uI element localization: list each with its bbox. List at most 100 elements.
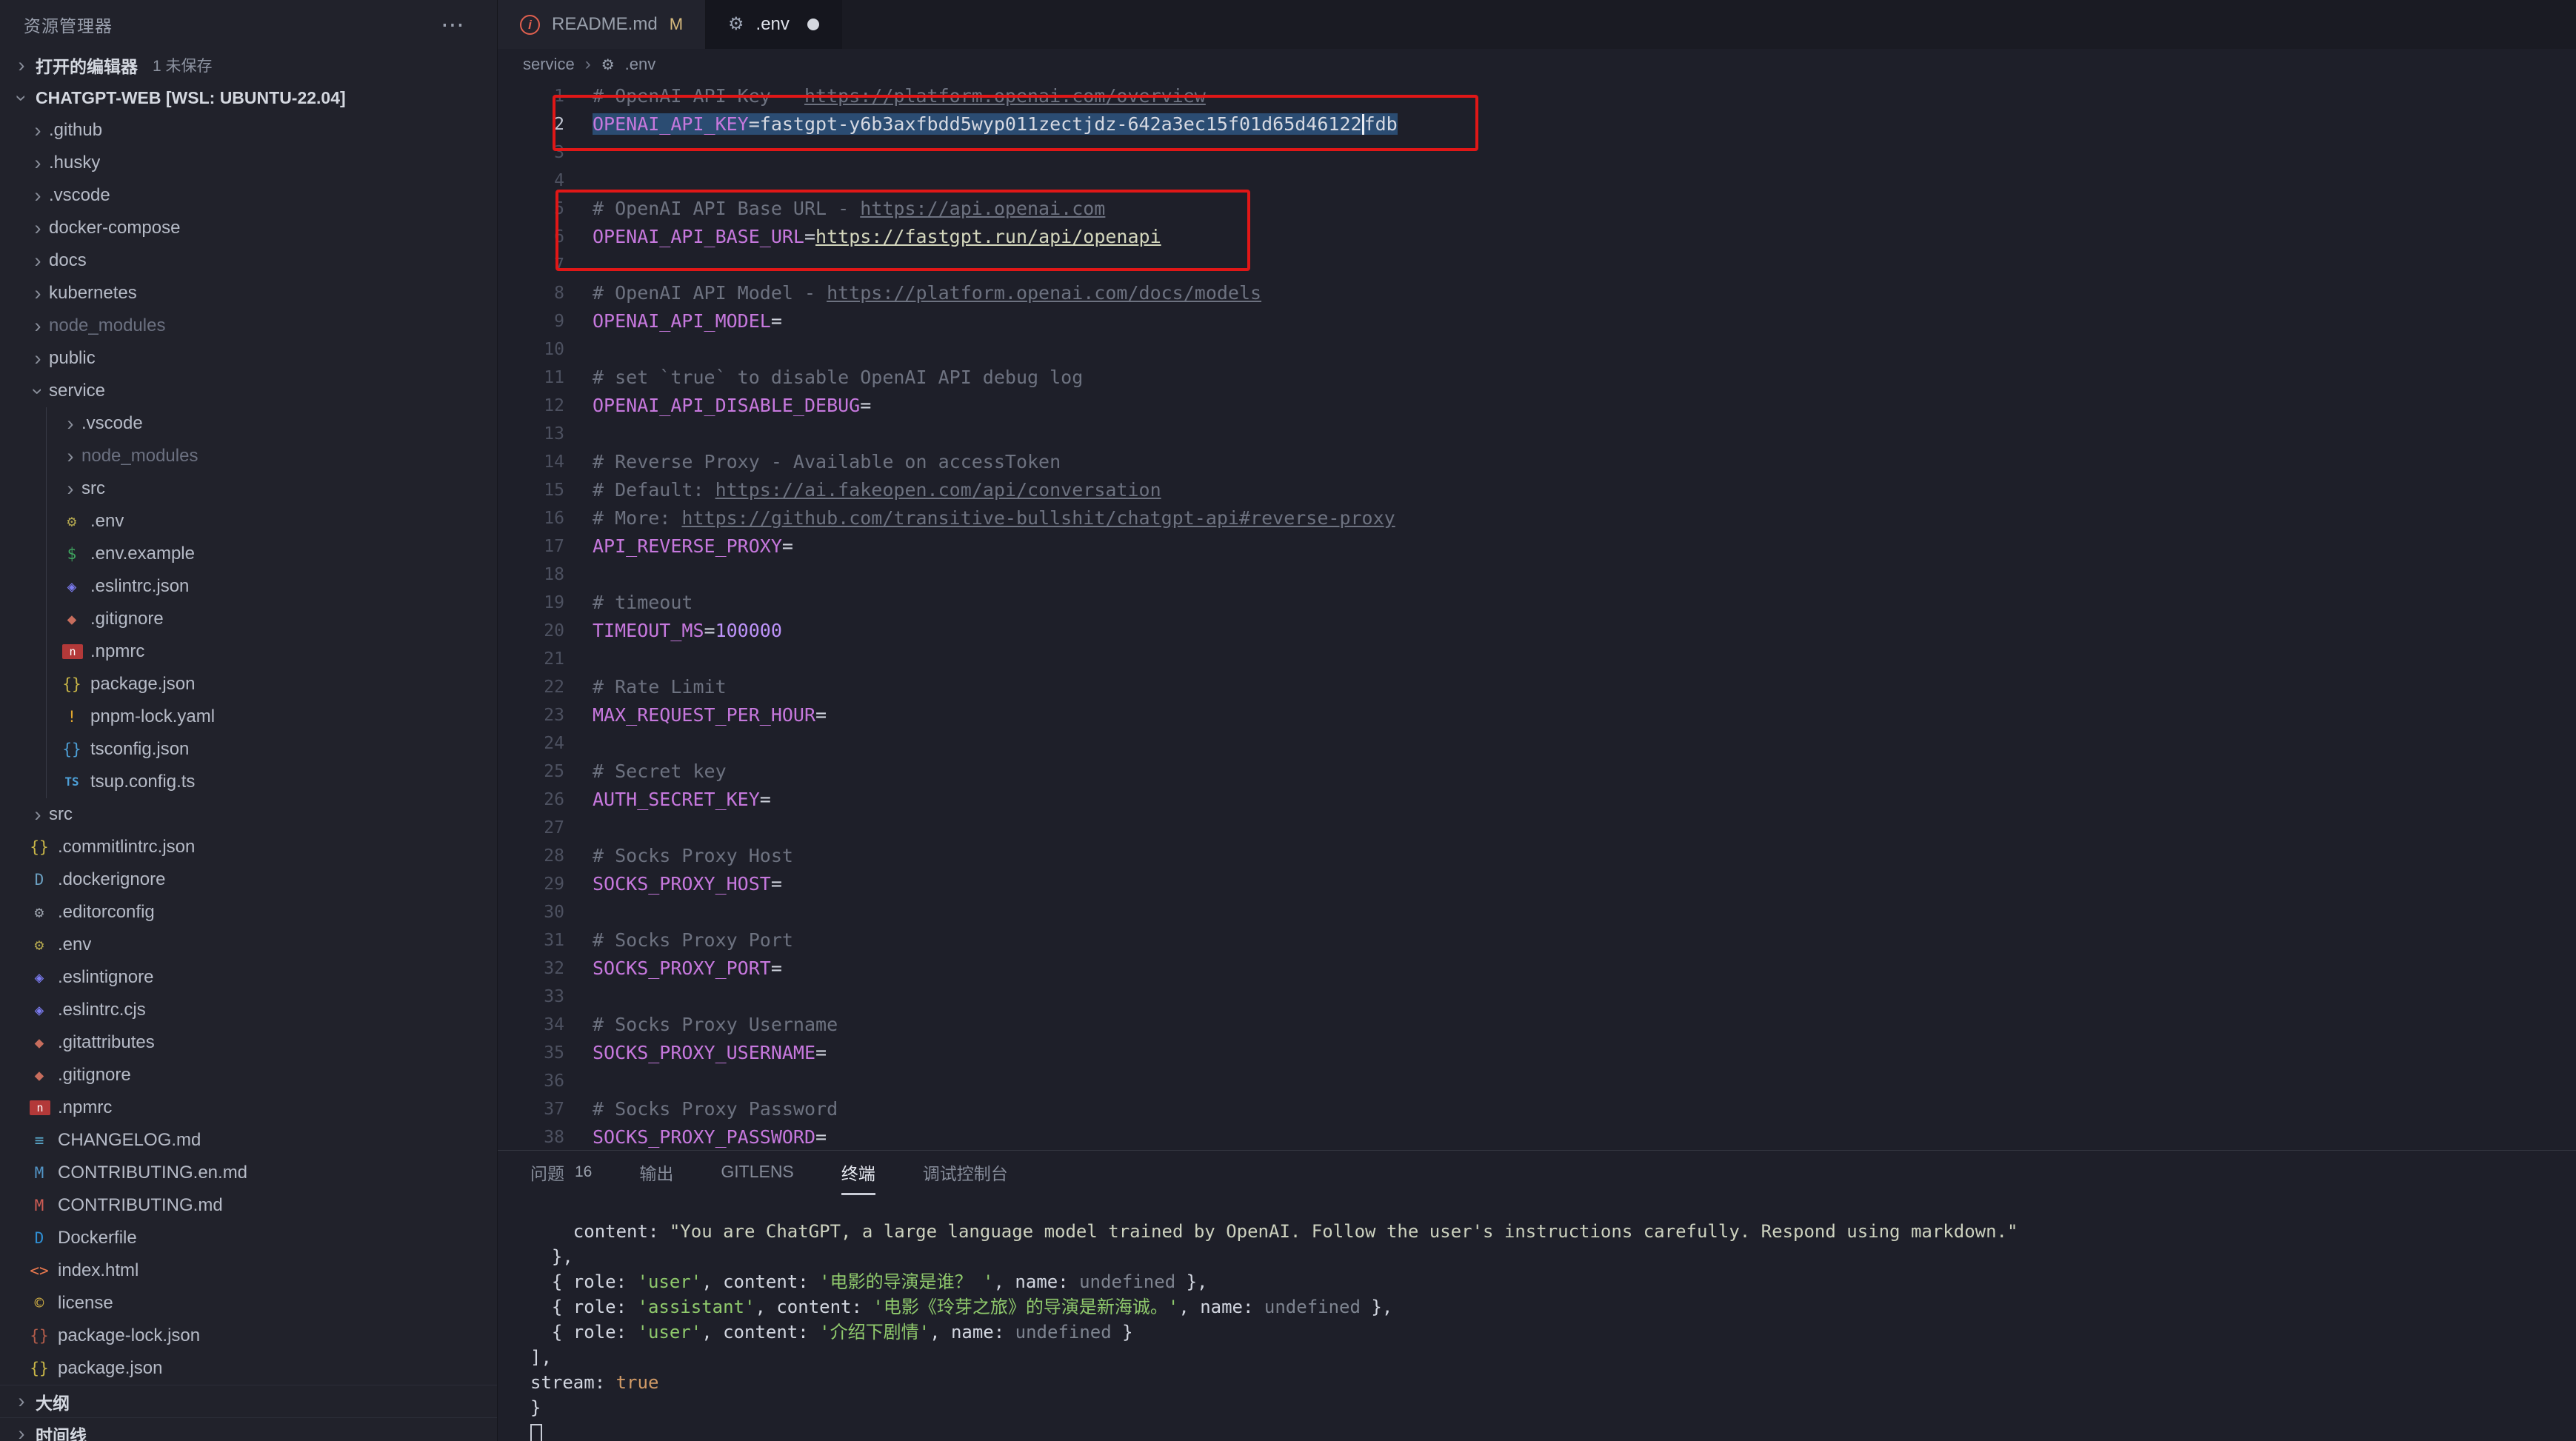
code-token: # Rate Limit [593,676,727,698]
tree-file-.gitattributes[interactable]: ◆.gitattributes [0,1026,497,1059]
tree-file-.env.example[interactable]: $.env.example [0,538,497,570]
code-line: SOCKS_PROXY_HOST= [593,870,2576,898]
gear-icon: ⚙ [601,56,615,74]
panel-tab-问题[interactable]: 问题16 [530,1151,592,1195]
tree-file-tsup.config.ts[interactable]: TStsup.config.ts [0,766,497,798]
tab-.env[interactable]: ⚙.env [706,0,842,49]
terminal-token: } [1112,1322,1133,1343]
tree-file-.gitignore[interactable]: ◆.gitignore [0,603,497,635]
line-number: 7 [498,251,593,279]
terminal-token: undefined [1079,1271,1175,1292]
tree-folder-node_modules[interactable]: ›node_modules [0,310,497,342]
line-number: 38 [498,1123,593,1150]
terminal-token: 'user' [638,1322,702,1343]
tree-file-.dockerignore[interactable]: D.dockerignore [0,863,497,896]
tree-file-.gitignore[interactable]: ◆.gitignore [0,1059,497,1091]
tree-folder-.husky[interactable]: ›.husky [0,147,497,179]
tree-folder-public[interactable]: ›public [0,342,497,375]
line-number: 37 [498,1095,593,1123]
tree-file-pnpm-lock.yaml[interactable]: !pnpm-lock.yaml [0,701,497,733]
tree-folder-src[interactable]: ›src [0,798,497,831]
code-editor[interactable]: 1234567891011121314151617181920212223242… [498,80,2576,1150]
tree-folder-.github[interactable]: ›.github [0,114,497,147]
code-token: # Socks Proxy Password [593,1098,838,1120]
panel-tab-终端[interactable]: 终端 [841,1151,875,1195]
breadcrumb-item-file[interactable]: .env [625,55,656,74]
file-label: package.json [58,1358,162,1379]
terminal-line: ], [530,1345,2561,1370]
tree-folder-service[interactable]: ›service [0,375,497,407]
tab-README.md[interactable]: iREADME.mdM [498,0,706,49]
vscode-window: 资源管理器 ⋯ › 打开的编辑器 1 未保存 › CHATGPT-WEB [WS… [0,0,2576,1441]
chevron-right-icon: › [27,218,49,238]
tree-file-.eslintrc.json[interactable]: ◈.eslintrc.json [0,570,497,603]
tree-folder-docs[interactable]: ›docs [0,244,497,277]
panel-tab-输出[interactable]: 输出 [639,1151,673,1195]
open-editors-label: 打开的编辑器 [36,53,138,78]
tree-file-.eslintignore[interactable]: ◈.eslintignore [0,961,497,994]
tree-file-.eslintrc.cjs[interactable]: ◈.eslintrc.cjs [0,994,497,1026]
tree-file-Dockerfile[interactable]: DDockerfile [0,1222,497,1254]
tree-folder-.vscode[interactable]: ›.vscode [0,407,497,440]
tree-folder-node_modules[interactable]: ›node_modules [0,440,497,472]
tree-file-package.json[interactable]: {}package.json [0,668,497,701]
code-token: = [804,226,815,247]
terminal-token: { role: [530,1271,638,1292]
gear-icon: ⚙ [27,905,52,920]
panel-tab-GITLENS[interactable]: GITLENS [721,1151,793,1195]
timeline-section-header[interactable]: › 时间线 [0,1417,497,1441]
panel-tab-调试控制台[interactable]: 调试控制台 [923,1151,1008,1195]
line-number: 8 [498,279,593,307]
panel-tab-label: 调试控制台 [923,1160,1008,1185]
file-label: .gitignore [58,1065,131,1086]
tree-folder-kubernetes[interactable]: ›kubernetes [0,277,497,310]
terminal-token: , name: [994,1271,1080,1292]
line-number: 35 [498,1039,593,1067]
tree-file-index.html[interactable]: <>index.html [0,1254,497,1287]
tree-file-package-lock.json[interactable]: {}package-lock.json [0,1320,497,1352]
tree-folder-docker-compose[interactable]: ›docker-compose [0,212,497,244]
tree-file-license[interactable]: ©license [0,1287,497,1320]
code-token: # More: [593,507,681,529]
file-label: .env [58,935,91,955]
tree-file-CONTRIBUTING.md[interactable]: MCONTRIBUTING.md [0,1189,497,1222]
tree-file-.env[interactable]: ⚙.env [0,505,497,538]
line-number: 13 [498,420,593,448]
chevron-right-icon: › [585,54,591,75]
chevron-down-icon: › [28,380,48,402]
terminal-token: } [530,1397,541,1418]
line-number: 10 [498,335,593,364]
tree-file-tsconfig.json[interactable]: {}tsconfig.json [0,733,497,766]
tree-folder-src[interactable]: ›src [0,472,497,505]
terminal-token: content: [530,1221,670,1242]
tree-file-.editorconfig[interactable]: ⚙.editorconfig [0,896,497,929]
breadcrumb-item-folder[interactable]: service [523,55,575,74]
tree-file-.commitlintrc.json[interactable]: {}.commitlintrc.json [0,831,497,863]
json-icon: {} [27,1328,52,1344]
tree-file-CHANGELOG.md[interactable]: ≡CHANGELOG.md [0,1124,497,1157]
line-number: 22 [498,673,593,701]
more-actions-icon[interactable]: ⋯ [441,13,464,36]
tree-folder-.vscode[interactable]: ›.vscode [0,179,497,212]
line-number: 11 [498,364,593,392]
code-token: SOCKS_PROXY_PORT [593,957,771,979]
problems-count-badge: 16 [575,1163,592,1181]
terminal-line: stream: true [530,1370,2561,1395]
open-editors-header[interactable]: › 打开的编辑器 1 未保存 [0,49,497,81]
tree-file-.env[interactable]: ⚙.env [0,929,497,961]
terminal-cursor [530,1424,542,1441]
code-token: # Socks Proxy Host [593,845,793,866]
terminal-line: } [530,1395,2561,1420]
terminal-output[interactable]: content: "You are ChatGPT, a large langu… [530,1219,2561,1441]
tree-file-.npmrc[interactable]: n.npmrc [0,635,497,668]
tree-file-package.json[interactable]: {}package.json [0,1352,497,1385]
code-line: OPENAI_API_KEY=fastgpt-y6b3axfbdd5wyp011… [593,110,2576,138]
outline-section-header[interactable]: › 大纲 [0,1385,497,1417]
code-token: = [771,957,782,979]
tree-file-.npmrc[interactable]: n.npmrc [0,1091,497,1124]
workspace-header[interactable]: › CHATGPT-WEB [WSL: UBUNTU-22.04] [0,81,497,114]
terminal-token: '电影的导演是谁？ ' [819,1271,993,1292]
tree-file-CONTRIBUTING.en.md[interactable]: MCONTRIBUTING.en.md [0,1157,497,1189]
npm-icon: n [62,644,83,659]
code-token: # set `true` to disable OpenAI API debug… [593,367,1083,388]
